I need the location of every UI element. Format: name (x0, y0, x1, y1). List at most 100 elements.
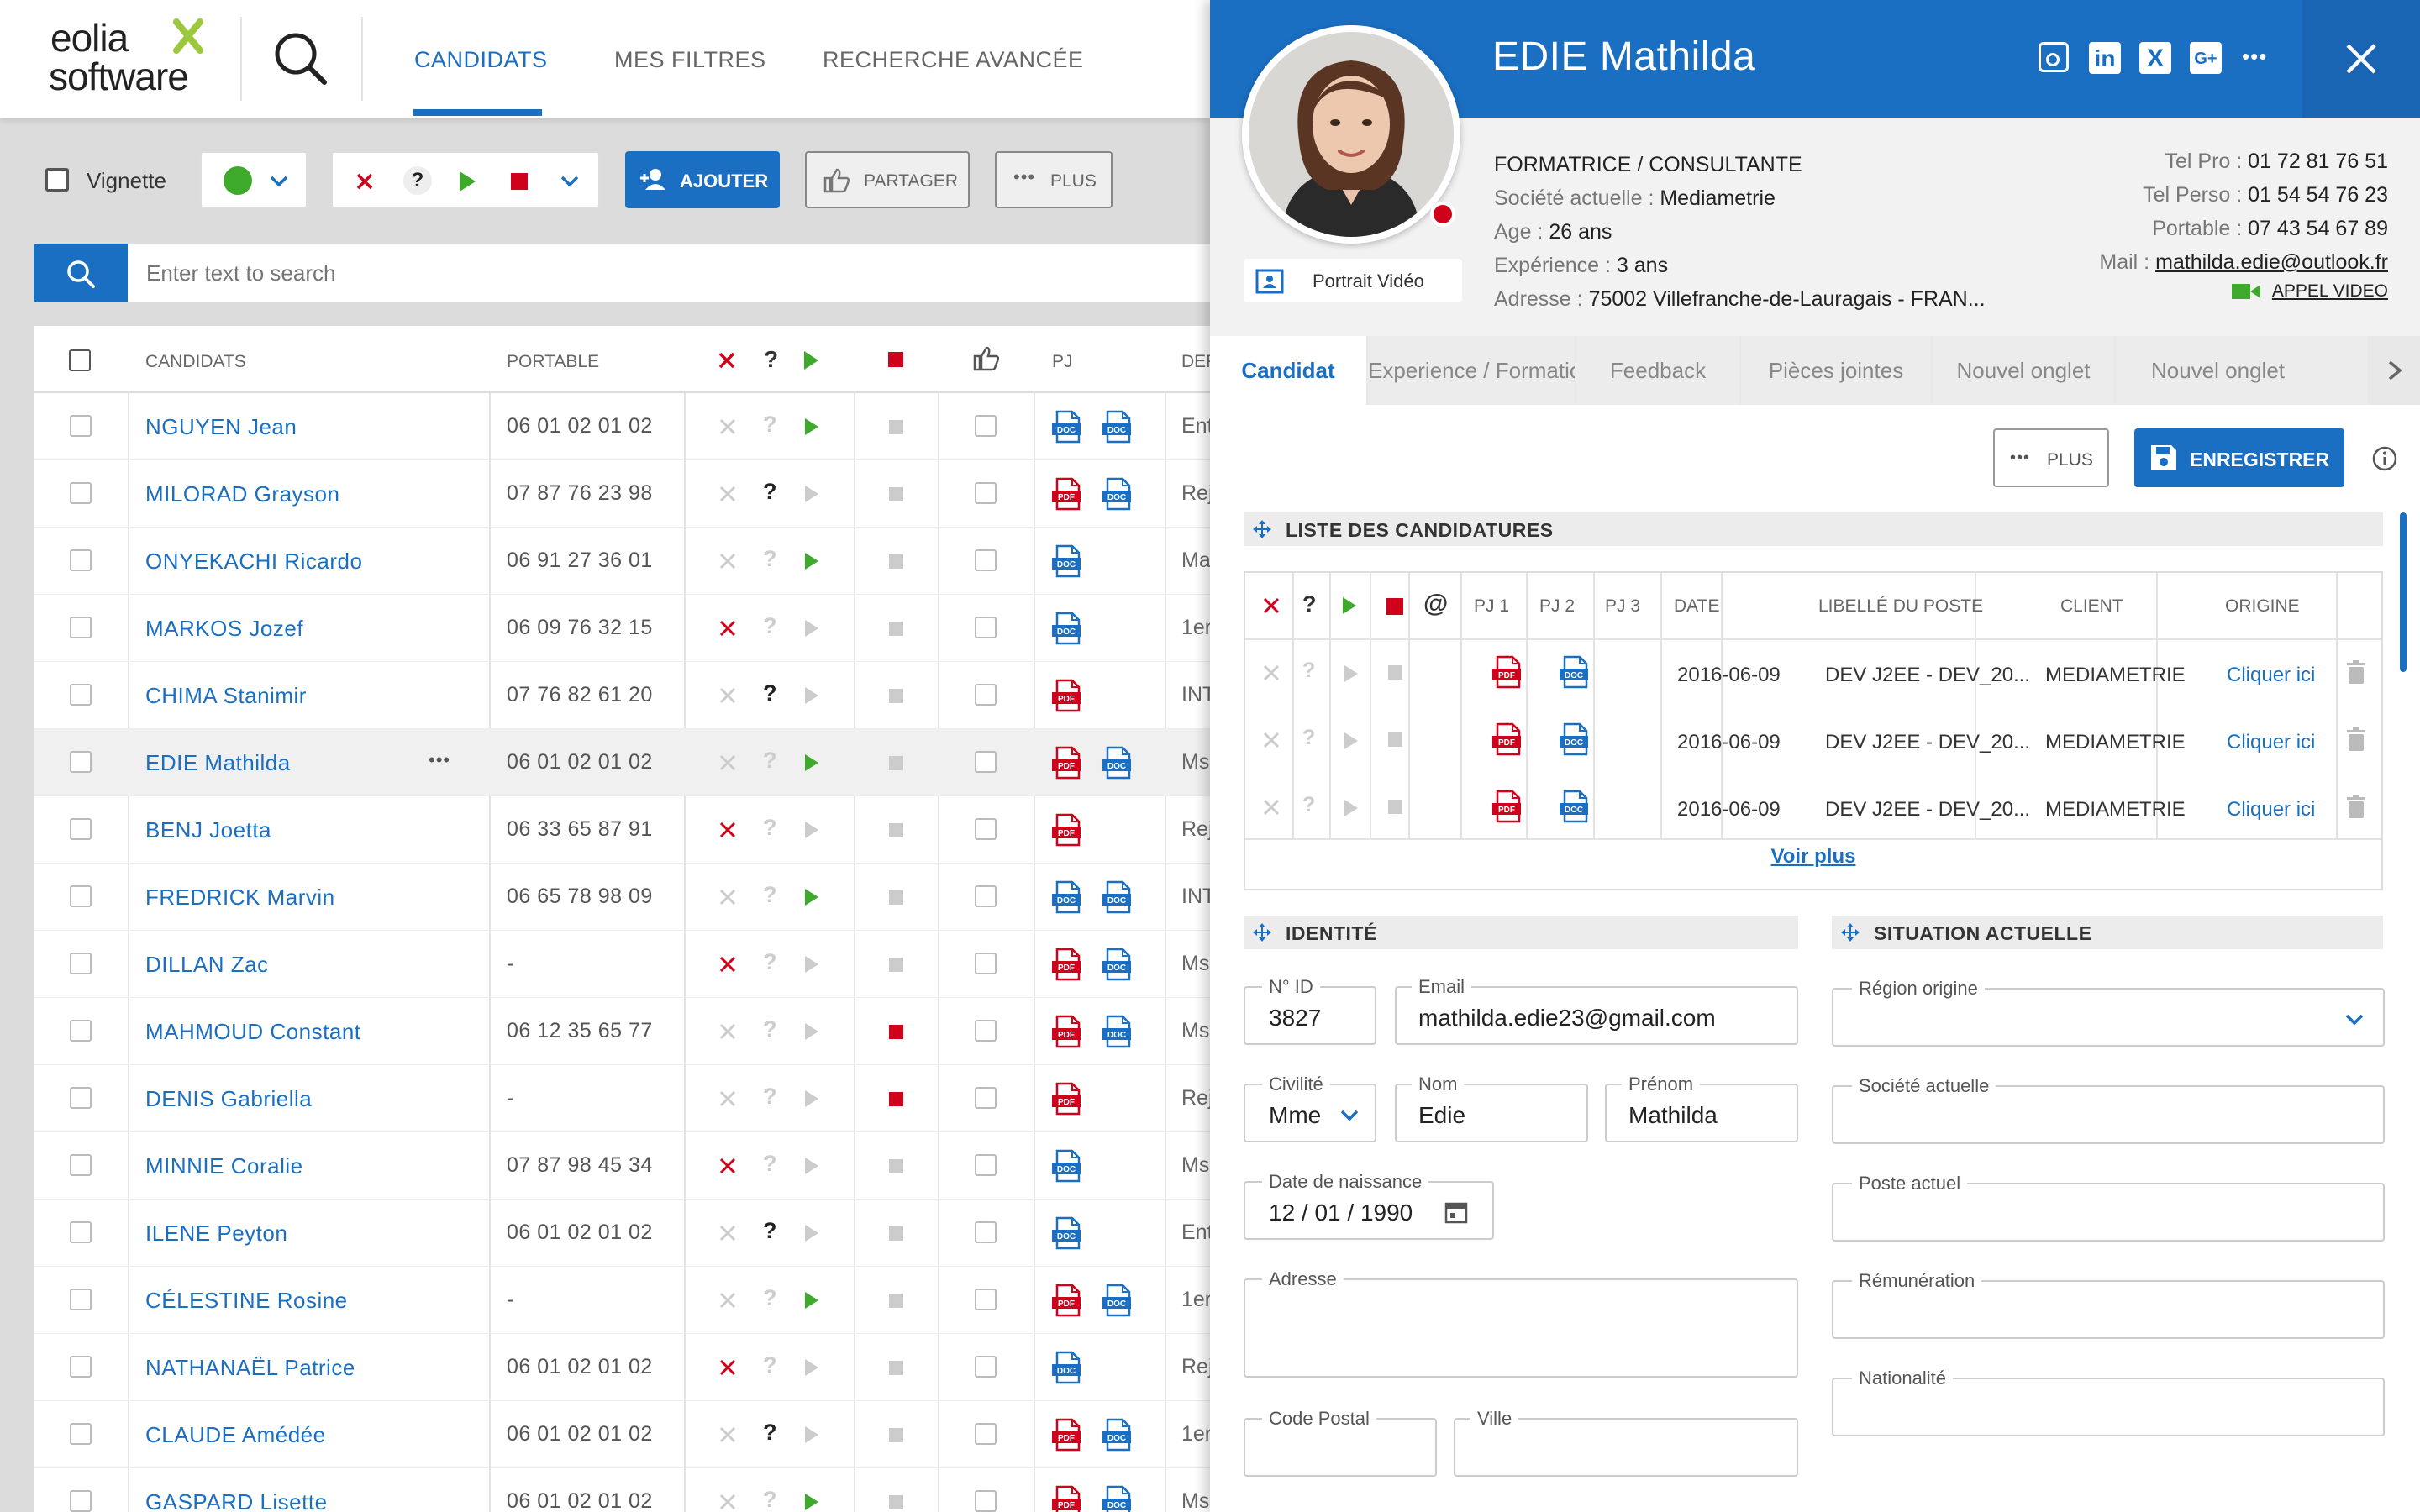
id-field[interactable]: N° ID 3827 (1244, 976, 1376, 1045)
current-company-field[interactable]: Société actuelle (1832, 1075, 2385, 1144)
reject-icon[interactable] (718, 552, 737, 570)
reject-icon[interactable] (718, 619, 737, 638)
question-icon[interactable]: ? (763, 546, 777, 572)
row-checkbox[interactable] (70, 617, 92, 638)
question-icon[interactable]: ? (763, 949, 777, 975)
like-checkbox[interactable] (975, 1020, 997, 1042)
reject-icon[interactable] (1262, 664, 1281, 682)
table-row[interactable]: EDIE Mathilda ••• 06 01 02 01 02? PDF DOC Ms (34, 729, 1210, 796)
like-checkbox[interactable] (975, 1154, 997, 1176)
tel-perso[interactable]: 01 54 54 76 23 (2248, 183, 2388, 207)
viadeo-icon[interactable] (2039, 42, 2069, 72)
row-checkbox[interactable] (70, 1423, 92, 1445)
trash-icon[interactable] (2346, 795, 2366, 820)
search-icon[interactable] (272, 30, 329, 87)
reject-icon[interactable] (718, 1157, 737, 1175)
tab-feedback[interactable]: Feedback (1576, 336, 1739, 405)
stop-icon[interactable] (889, 1361, 903, 1375)
play-icon[interactable] (803, 1089, 820, 1109)
question-icon[interactable]: ? (1302, 726, 1315, 750)
like-checkbox[interactable] (975, 617, 997, 638)
table-row[interactable]: DENIS Gabriella -? PDF Rej (34, 1065, 1210, 1132)
question-icon[interactable]: ? (763, 1084, 777, 1110)
play-icon[interactable] (803, 1156, 820, 1176)
like-checkbox[interactable] (975, 1221, 997, 1243)
table-row[interactable]: BENJ Joetta 06 33 65 87 91? PDF Rej (34, 796, 1210, 864)
table-row[interactable]: CLAUDE Amédée 06 01 02 01 02? PDF DOC 1er (34, 1401, 1210, 1468)
play-icon[interactable] (803, 618, 820, 638)
tel-pro[interactable]: 01 72 81 76 51 (2248, 150, 2388, 173)
question-icon[interactable]: ? (763, 1285, 777, 1311)
stop-icon[interactable] (889, 420, 903, 434)
play-icon[interactable] (1343, 798, 1360, 818)
reject-icon[interactable] (718, 1493, 737, 1511)
stop-icon[interactable] (511, 173, 528, 190)
question-icon[interactable]: ? (1302, 659, 1315, 683)
candidate-name-link[interactable]: CHIMA Stanimir (145, 683, 307, 709)
stop-icon[interactable] (889, 1495, 903, 1509)
tab-mes-filtres[interactable]: MES FILTRES (614, 47, 766, 73)
question-icon[interactable]: ? (763, 1352, 777, 1378)
header-portable[interactable]: PORTABLE (507, 352, 599, 372)
reject-icon[interactable] (1262, 731, 1281, 749)
pdf-file-icon[interactable]: PDF (1050, 1485, 1084, 1512)
app-header-pj3[interactable]: PJ 3 (1605, 596, 1640, 617)
play-icon[interactable] (803, 954, 820, 974)
app-header-job[interactable]: LIBELLÉ DU POSTE (1818, 596, 1983, 617)
pdf-file-icon[interactable]: PDF (1050, 813, 1084, 847)
play-icon[interactable] (803, 551, 820, 571)
candidate-name-link[interactable]: ILENE Peyton (145, 1221, 287, 1247)
doc-file-icon[interactable]: DOC (1101, 1284, 1134, 1317)
stop-icon[interactable] (889, 823, 903, 837)
stop-icon[interactable] (1388, 800, 1402, 814)
video-call-link[interactable]: APPEL VIDEO (2272, 281, 2388, 301)
tab-recherche-avancee[interactable]: RECHERCHE AVANCÉE (823, 47, 1084, 73)
stop-icon[interactable] (889, 1159, 903, 1173)
tabs-scroll-right[interactable] (2370, 336, 2420, 405)
question-icon[interactable]: ? (763, 680, 777, 706)
city-field[interactable]: Ville (1454, 1408, 1798, 1477)
doc-file-icon[interactable]: DOC (1558, 655, 1591, 689)
first-name-field[interactable]: Prénom Mathilda (1605, 1074, 1798, 1142)
question-icon[interactable]: ? (763, 1420, 777, 1446)
candidate-name-link[interactable]: ONYEKACHI Ricardo (145, 549, 362, 575)
table-row[interactable]: MAHMOUD Constant 06 12 35 65 77? PDF DOC Ms (34, 998, 1210, 1065)
stop-icon[interactable] (889, 1025, 903, 1039)
table-row[interactable]: ILENE Peyton 06 01 02 01 02? DOC Ent (34, 1200, 1210, 1267)
doc-file-icon[interactable]: DOC (1050, 612, 1084, 645)
portable[interactable]: 07 43 54 67 89 (2248, 217, 2388, 240)
tab-candidat[interactable]: Candidat (1210, 336, 1366, 405)
pdf-file-icon[interactable]: PDF (1491, 722, 1524, 756)
app-header-client[interactable]: CLIENT (2060, 596, 2123, 617)
email-field[interactable]: Email mathilda.edie23@gmail.com (1395, 976, 1798, 1045)
question-icon[interactable]: ? (763, 412, 777, 438)
doc-file-icon[interactable]: DOC (1101, 880, 1134, 914)
pdf-file-icon[interactable]: PDF (1050, 477, 1084, 511)
status-color-select[interactable] (200, 151, 308, 208)
app-header-pj2[interactable]: PJ 2 (1539, 596, 1575, 617)
video-portrait-button[interactable]: Portrait Vidéo (1244, 259, 1462, 302)
play-icon[interactable] (803, 820, 820, 840)
row-checkbox[interactable] (70, 1020, 92, 1042)
row-checkbox[interactable] (70, 818, 92, 840)
table-row[interactable]: MINNIE Coralie 07 87 98 45 34? DOC Ms (34, 1132, 1210, 1200)
question-icon[interactable]: ? (763, 479, 777, 505)
tab-experience-formation[interactable]: Experience / Formation (1368, 336, 1575, 405)
tab-candidats[interactable]: CANDIDATS (414, 47, 548, 73)
like-checkbox[interactable] (975, 818, 997, 840)
question-icon[interactable]: ? (763, 882, 777, 908)
reject-icon[interactable] (718, 1425, 737, 1444)
doc-file-icon[interactable]: DOC (1101, 1015, 1134, 1048)
doc-file-icon[interactable]: DOC (1558, 790, 1591, 823)
header-candidats[interactable]: CANDIDATS (145, 352, 246, 372)
trash-icon[interactable] (2346, 727, 2366, 753)
pdf-file-icon[interactable]: PDF (1050, 1284, 1084, 1317)
doc-file-icon[interactable]: DOC (1101, 746, 1134, 780)
row-checkbox[interactable] (70, 1289, 92, 1310)
doc-file-icon[interactable]: DOC (1101, 1485, 1134, 1512)
like-checkbox[interactable] (975, 415, 997, 437)
pdf-file-icon[interactable]: PDF (1050, 1418, 1084, 1452)
reject-icon[interactable] (718, 753, 737, 772)
doc-file-icon[interactable]: DOC (1050, 880, 1084, 914)
save-button[interactable]: ENREGISTRER (2134, 428, 2344, 487)
